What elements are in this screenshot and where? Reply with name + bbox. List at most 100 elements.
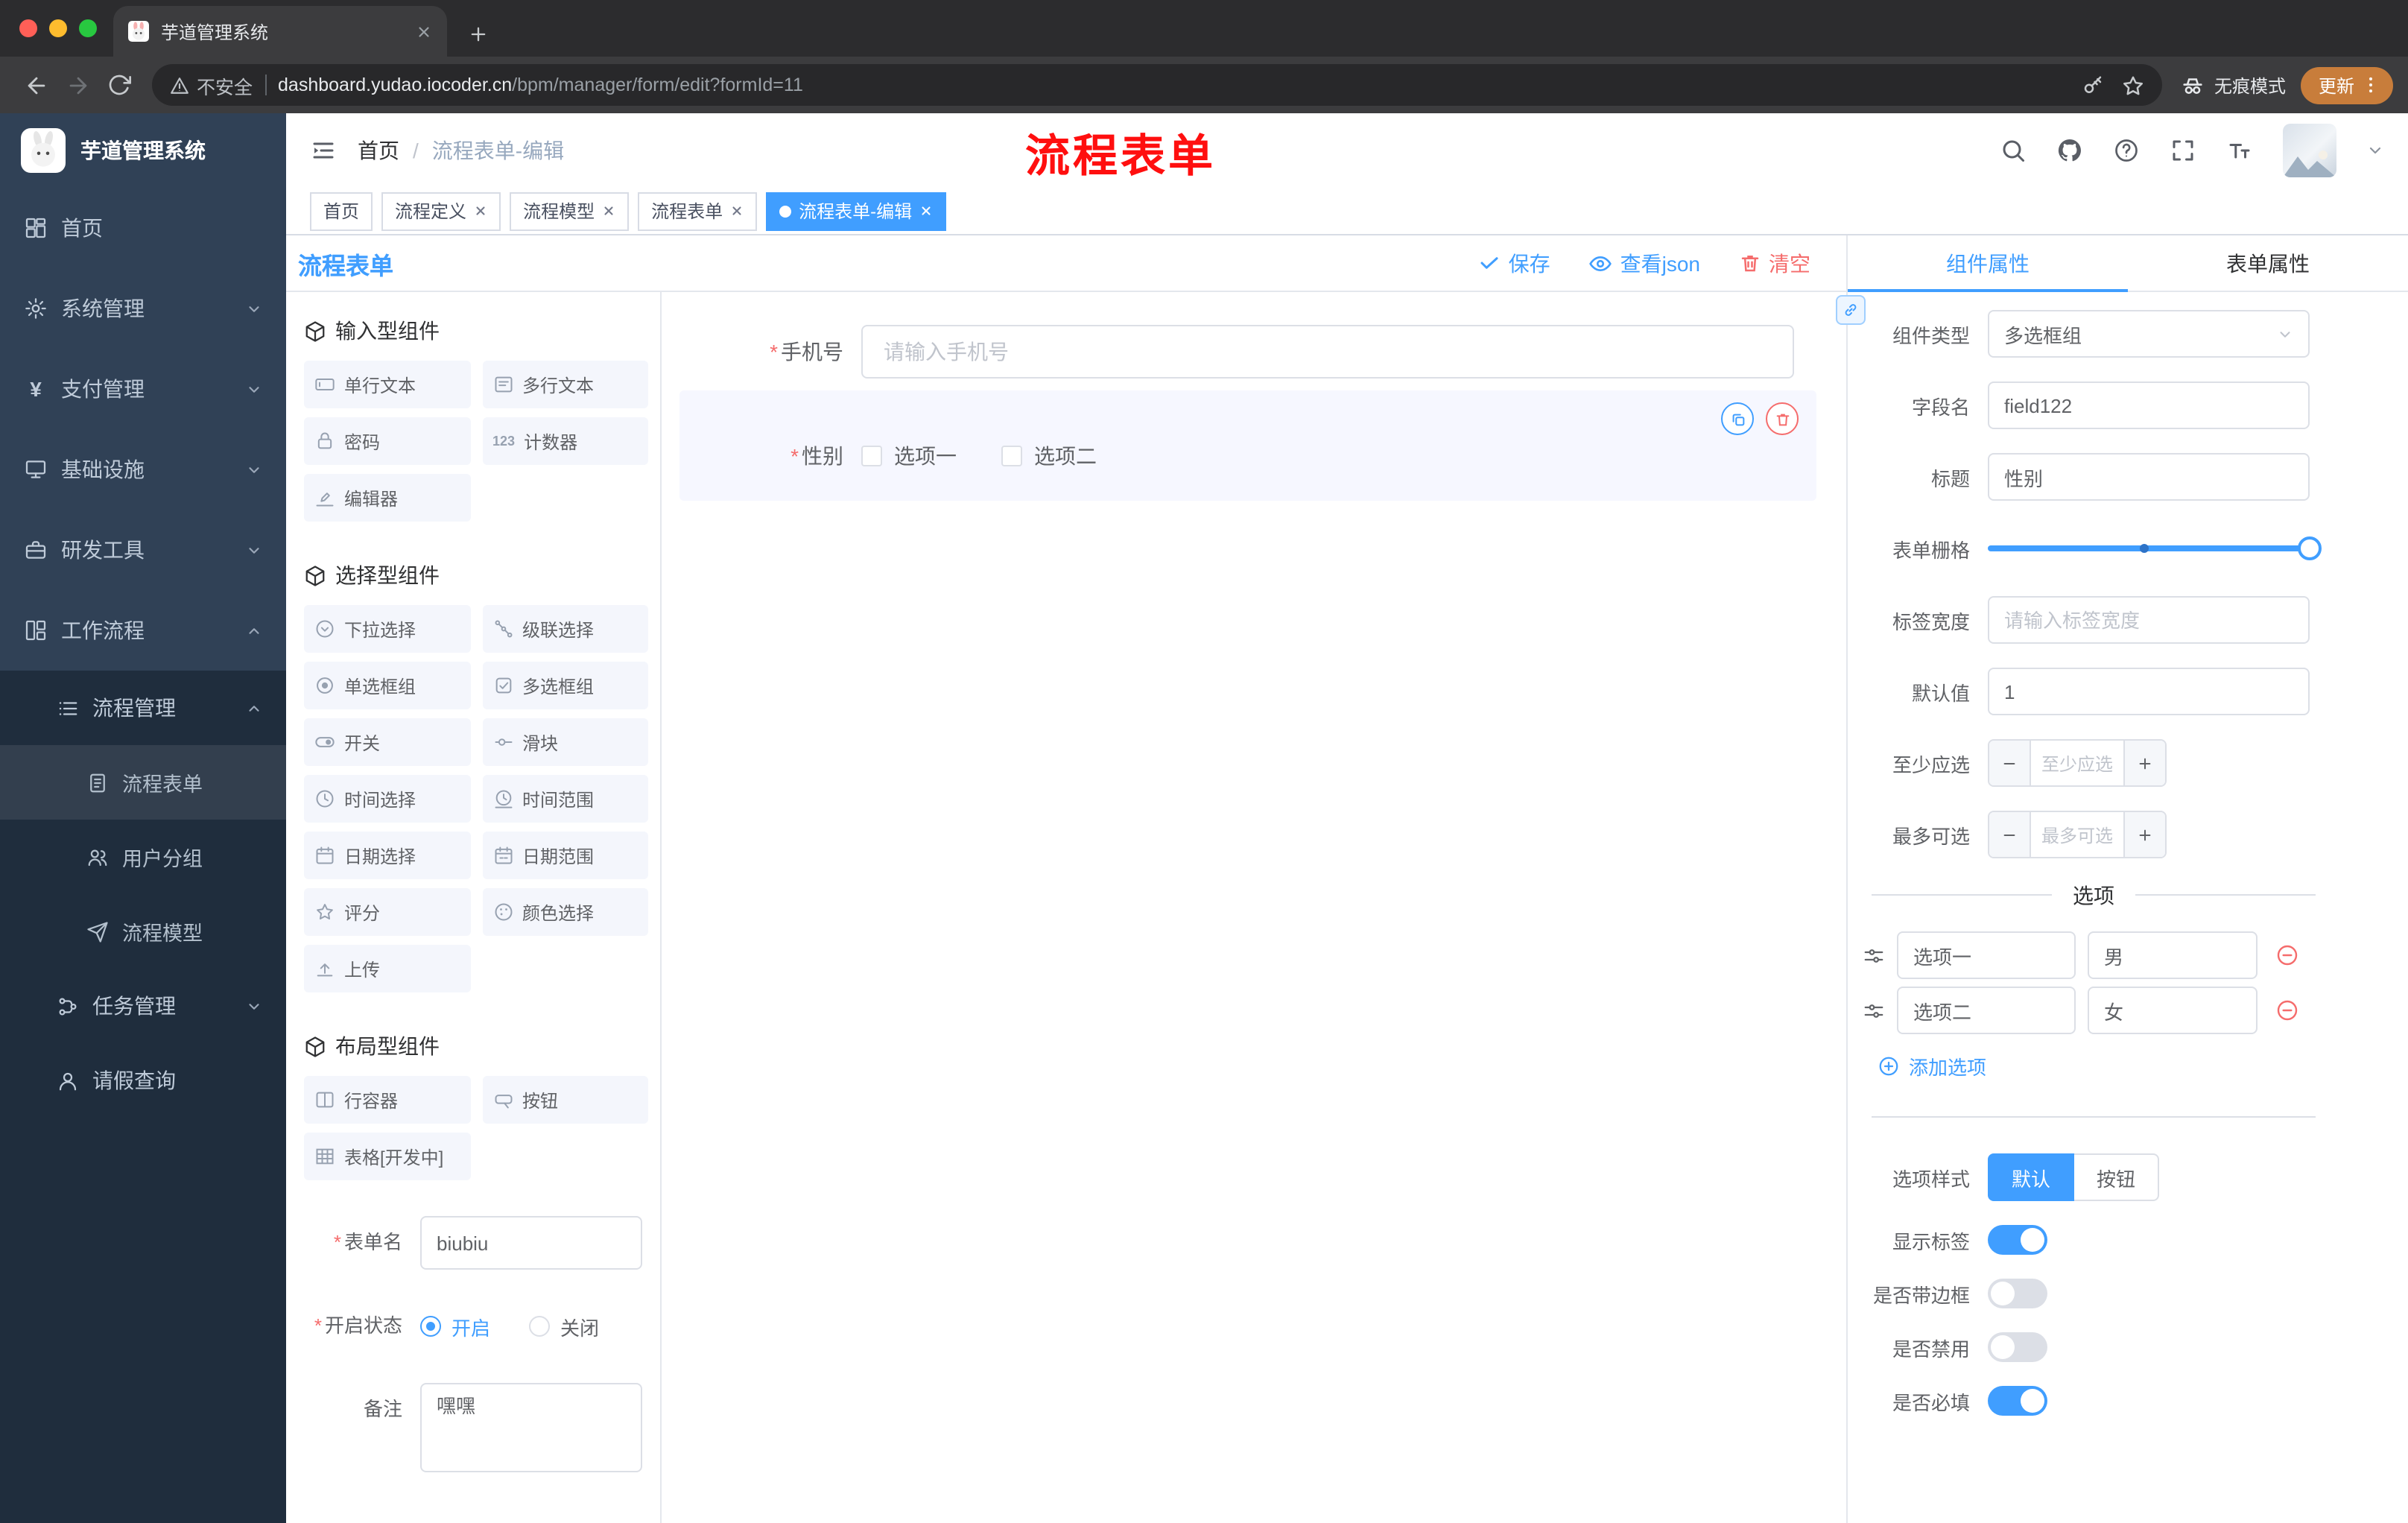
add-option-button[interactable]: 添加选项 <box>1878 1052 2316 1080</box>
increase-button[interactable] <box>2123 812 2165 857</box>
tag-process-definition[interactable]: 流程定义 <box>381 191 501 230</box>
minimize-window-button[interactable] <box>49 19 67 37</box>
save-button[interactable]: 保存 <box>1479 248 1550 278</box>
palette-item-time-range[interactable]: 时间范围 <box>482 775 648 823</box>
tab-form-props[interactable]: 表单属性 <box>2128 235 2408 291</box>
update-button[interactable]: 更新 <box>2300 66 2393 104</box>
tab-close-icon[interactable] <box>416 23 432 39</box>
reload-button[interactable] <box>98 64 140 106</box>
form-remark-textarea[interactable]: 嘿嘿 <box>420 1383 642 1472</box>
border-switch[interactable] <box>1988 1279 2047 1308</box>
palette-item-cascader[interactable]: 级联选择 <box>482 605 648 653</box>
palette-item-single-line-text[interactable]: 单行文本 <box>304 361 470 408</box>
sidebar-item-process-management[interactable]: 流程管理 <box>0 671 286 745</box>
github-icon[interactable] <box>2056 137 2083 164</box>
palette-item-multi-line-text[interactable]: 多行文本 <box>482 361 648 408</box>
required-switch[interactable] <box>1988 1386 2047 1416</box>
password-key-icon[interactable] <box>2082 74 2104 96</box>
forward-button[interactable] <box>57 64 98 106</box>
palette-item-time-picker[interactable]: 时间选择 <box>304 775 470 823</box>
tag-close-icon[interactable] <box>602 204 615 218</box>
sidebar-item-user-group[interactable]: 用户分组 <box>0 820 286 894</box>
sidebar-item-payment[interactable]: ¥ 支付管理 <box>0 349 286 429</box>
max-select-value[interactable]: 最多可选 <box>2031 812 2123 857</box>
tag-process-form-edit[interactable]: 流程表单-编辑 <box>766 191 947 230</box>
breadcrumb-home[interactable]: 首页 <box>358 136 399 165</box>
collapse-sidebar-icon[interactable] <box>310 137 337 164</box>
sidebar-item-leave-query[interactable]: 请假查询 <box>0 1043 286 1118</box>
sidebar-item-devtools[interactable]: 研发工具 <box>0 510 286 590</box>
palette-item-password[interactable]: 密码 <box>304 417 470 465</box>
view-json-button[interactable]: 查看json <box>1589 248 1700 278</box>
palette-item-row-container[interactable]: 行容器 <box>304 1076 470 1124</box>
avatar-caret-icon[interactable] <box>2366 142 2384 159</box>
maximize-window-button[interactable] <box>79 19 97 37</box>
slider-track[interactable] <box>1988 536 2322 560</box>
sidebar-item-task-management[interactable]: 任务管理 <box>0 969 286 1043</box>
slider-handle[interactable] <box>2298 536 2322 560</box>
palette-item-radio-group[interactable]: 单选框组 <box>304 662 470 709</box>
decrease-button[interactable] <box>1989 812 2031 857</box>
sidebar-item-workflow[interactable]: 工作流程 <box>0 590 286 671</box>
status-off-radio[interactable]: 关闭 <box>529 1312 599 1340</box>
palette-item-slider[interactable]: 滑块 <box>482 718 648 766</box>
disabled-switch[interactable] <box>1988 1332 2047 1362</box>
palette-item-counter[interactable]: 123 计数器 <box>482 417 648 465</box>
label-width-input[interactable] <box>1988 596 2310 644</box>
tag-close-icon[interactable] <box>730 204 744 218</box>
palette-item-checkbox-group[interactable]: 多选框组 <box>482 662 648 709</box>
style-button-button[interactable]: 按钮 <box>2074 1153 2160 1201</box>
back-button[interactable] <box>15 64 57 106</box>
tag-home[interactable]: 首页 <box>310 191 373 230</box>
palette-item-select[interactable]: 下拉选择 <box>304 605 470 653</box>
search-icon[interactable] <box>2000 137 2027 164</box>
drag-handle-icon[interactable] <box>1863 944 1885 966</box>
close-window-button[interactable] <box>19 19 37 37</box>
option-value-input[interactable] <box>2088 931 2258 979</box>
sidebar-item-process-model[interactable]: 流程模型 <box>0 894 286 969</box>
option-label-input[interactable] <box>1897 987 2076 1034</box>
gender-field-selected[interactable]: * 性别 选项一 选项二 <box>679 390 1816 501</box>
form-grid-slider[interactable] <box>1988 525 2322 572</box>
title-input[interactable] <box>1988 453 2310 501</box>
gender-option-2[interactable]: 选项二 <box>1001 441 1097 471</box>
increase-button[interactable] <box>2123 741 2165 785</box>
avatar[interactable] <box>2283 124 2336 177</box>
new-tab-button[interactable] <box>468 24 489 45</box>
form-name-input[interactable] <box>420 1216 642 1270</box>
security-warning[interactable]: 不安全 <box>170 71 253 99</box>
checkbox[interactable] <box>1001 446 1022 466</box>
palette-item-upload[interactable]: 上传 <box>304 945 470 992</box>
bookmark-star-icon[interactable] <box>2122 74 2144 96</box>
sidebar-item-home[interactable]: 首页 <box>0 188 286 268</box>
phone-input[interactable] <box>861 325 1794 379</box>
decrease-button[interactable] <box>1989 741 2031 785</box>
tag-process-form[interactable]: 流程表单 <box>638 191 758 230</box>
palette-item-editor[interactable]: 编辑器 <box>304 474 470 522</box>
gender-option-1[interactable]: 选项一 <box>861 441 957 471</box>
phone-field-row[interactable]: * 手机号 <box>679 325 1816 379</box>
palette-item-rate[interactable]: 评分 <box>304 888 470 936</box>
sidebar-item-process-form[interactable]: 流程表单 <box>0 745 286 820</box>
form-canvas[interactable]: * 手机号 请输入手机号 * 性别 选项一 选项二 <box>662 292 1846 1523</box>
remove-option-button[interactable] <box>2275 943 2299 967</box>
checkbox[interactable] <box>861 446 882 466</box>
fullscreen-icon[interactable] <box>2170 137 2196 164</box>
address-bar[interactable]: 不安全 dashboard.yudao.iocoder.cn/bpm/manag… <box>152 64 2162 106</box>
palette-item-color-picker[interactable]: 颜色选择 <box>482 888 648 936</box>
delete-component-button[interactable] <box>1766 402 1799 435</box>
clear-button[interactable]: 清空 <box>1739 248 1810 278</box>
tab-component-props[interactable]: 组件属性 <box>1848 235 2128 292</box>
palette-item-button[interactable]: 按钮 <box>482 1076 648 1124</box>
sidebar-logo[interactable]: 芋道管理系统 <box>0 113 286 188</box>
status-on-radio[interactable]: 开启 <box>420 1312 490 1340</box>
tag-process-model[interactable]: 流程模型 <box>510 191 630 230</box>
min-select-value[interactable]: 至少应选 <box>2031 741 2123 785</box>
component-type-select[interactable]: 多选框组 <box>1988 310 2310 358</box>
tag-close-icon[interactable] <box>474 204 487 218</box>
help-icon[interactable] <box>2113 137 2140 164</box>
tag-close-icon[interactable] <box>919 204 933 218</box>
palette-item-switch[interactable]: 开关 <box>304 718 470 766</box>
font-size-icon[interactable] <box>2226 137 2253 164</box>
sidebar-item-infrastructure[interactable]: 基础设施 <box>0 429 286 510</box>
